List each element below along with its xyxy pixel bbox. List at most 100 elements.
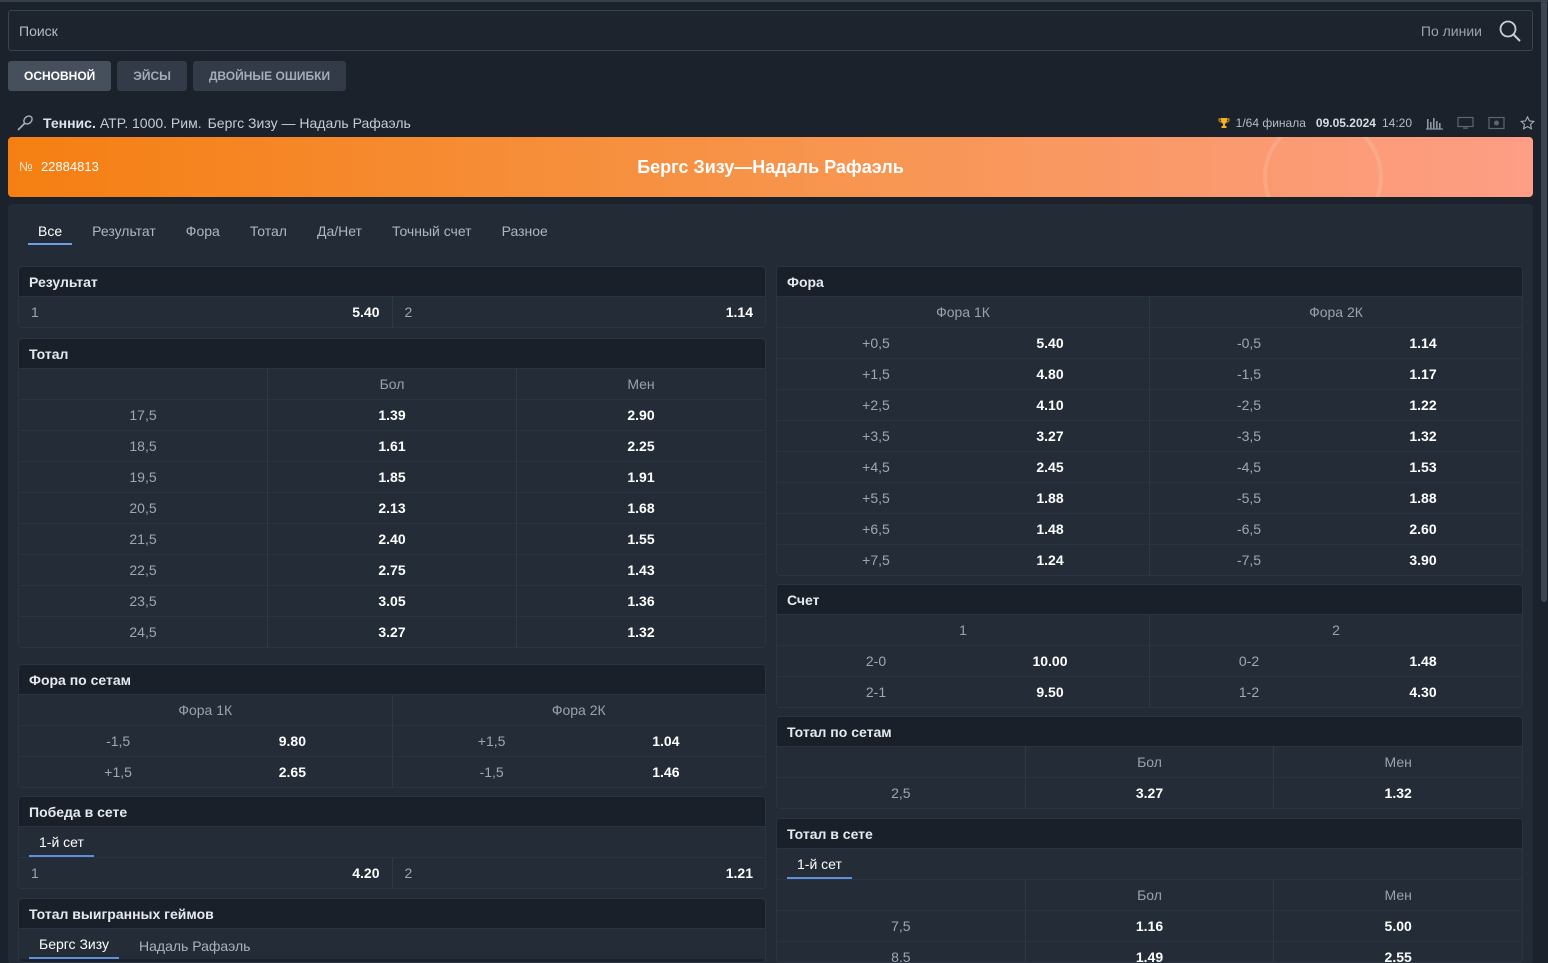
odd-cell[interactable]: 1 5.40 xyxy=(19,297,392,327)
odd-cell[interactable]: +1,5 1.04 xyxy=(391,726,766,756)
search-mode[interactable]: По линии xyxy=(1421,23,1482,39)
odd-under[interactable]: 1.43 xyxy=(516,555,765,585)
odd-cell[interactable]: +7,5 1.24 xyxy=(777,545,1149,575)
odd-under[interactable]: 1.91 xyxy=(516,462,765,492)
header-row: Бол Мен xyxy=(19,368,765,399)
odd-under[interactable]: 1.55 xyxy=(516,524,765,554)
odd-cell[interactable]: 1 4.20 xyxy=(19,858,392,888)
odd-over[interactable]: 1.16 xyxy=(1024,911,1274,941)
odd-under[interactable]: 1.32 xyxy=(1273,778,1522,808)
search-input[interactable]: Поиск xyxy=(9,23,1421,39)
outcome-label: +2,5 xyxy=(862,397,890,413)
odd-cell[interactable]: -5,5 1.88 xyxy=(1149,483,1522,513)
breadcrumb-tournament[interactable]: ATP. 1000. Рим. xyxy=(100,115,202,131)
page-scrollbar[interactable] xyxy=(1541,0,1547,602)
odd-cell[interactable]: +3,5 3.27 xyxy=(777,421,1149,451)
breadcrumb-sport[interactable]: Теннис. xyxy=(43,115,96,131)
odd-cell[interactable]: 0-2 1.48 xyxy=(1149,646,1522,676)
odd-cell[interactable]: +6,5 1.48 xyxy=(777,514,1149,544)
odd-value: 1.48 xyxy=(1409,653,1437,669)
odd-cell[interactable]: -4,5 1.53 xyxy=(1149,452,1522,482)
odd-over[interactable]: 1.61 xyxy=(267,431,516,461)
odd-cell[interactable]: -1,5 1.17 xyxy=(1149,359,1522,389)
subtab-player-1[interactable]: Бергс Зизу xyxy=(29,936,119,959)
outcome-label: 1 xyxy=(31,865,39,881)
set-subtabs: 1-й сет xyxy=(19,826,765,857)
event-date: 09.05.2024 xyxy=(1315,116,1376,130)
odd-over[interactable]: 1.85 xyxy=(267,462,516,492)
video-icon[interactable] xyxy=(1488,116,1505,130)
odds-row: +1,5 4.80 -1,5 1.17 xyxy=(777,358,1522,389)
header-player-2: 2 xyxy=(1149,615,1522,645)
tab-handicap[interactable]: Фора xyxy=(176,223,230,245)
odd-over[interactable]: 3.27 xyxy=(1024,778,1274,808)
odd-cell[interactable]: 2-0 10.00 xyxy=(777,646,1149,676)
statistics-icon[interactable] xyxy=(1426,116,1443,130)
tv-icon[interactable] xyxy=(1457,116,1474,130)
odd-cell[interactable]: +2,5 4.10 xyxy=(777,390,1149,420)
odd-cell[interactable]: 1-2 4.30 xyxy=(1149,677,1522,707)
odds-row: 1 4.20 2 1.21 xyxy=(19,857,765,888)
header-over: Бол xyxy=(267,369,516,399)
odd-over[interactable]: 2.75 xyxy=(267,555,516,585)
odd-cell[interactable]: +0,5 5.40 xyxy=(777,328,1149,358)
tab-other[interactable]: Разное xyxy=(492,223,558,245)
search-bar[interactable]: Поиск По линии xyxy=(8,10,1533,51)
tab-total[interactable]: Тотал xyxy=(240,223,297,245)
odd-cell[interactable]: -0,5 1.14 xyxy=(1149,328,1522,358)
search-icon[interactable] xyxy=(1498,19,1522,43)
mode-main-button[interactable]: основной xyxy=(8,61,112,91)
odd-under[interactable]: 2.25 xyxy=(516,431,765,461)
odd-cell[interactable]: -7,5 3.90 xyxy=(1149,545,1522,575)
odd-over[interactable]: 1.49 xyxy=(1024,942,1274,962)
odd-cell[interactable]: 2 1.14 xyxy=(391,297,766,327)
odd-under[interactable]: 1.36 xyxy=(516,586,765,616)
odd-cell[interactable]: +5,5 1.88 xyxy=(777,483,1149,513)
tab-yes-no[interactable]: Да/Нет xyxy=(307,223,372,245)
odd-cell[interactable]: -6,5 2.60 xyxy=(1149,514,1522,544)
mode-aces-button[interactable]: эйсы xyxy=(117,61,187,91)
odd-cell[interactable]: -3,5 1.32 xyxy=(1149,421,1522,451)
outcome-label: -4,5 xyxy=(1236,459,1262,475)
odds-row: +3,5 3.27 -3,5 1.32 xyxy=(777,420,1522,451)
subtab-player-2[interactable]: Надаль Рафаэль xyxy=(129,938,260,959)
odd-cell[interactable]: 2-1 9.50 xyxy=(777,677,1149,707)
odd-under[interactable]: 2.55 xyxy=(1273,942,1522,962)
odd-value: 1.46 xyxy=(652,764,680,780)
tab-exact-score[interactable]: Точный счет xyxy=(382,223,482,245)
market-title: Фора по сетам xyxy=(19,665,765,694)
odd-cell[interactable]: +4,5 2.45 xyxy=(777,452,1149,482)
odd-cell[interactable]: -1,5 1.46 xyxy=(391,757,766,787)
favorite-star-icon[interactable] xyxy=(1519,116,1536,130)
breadcrumb-match: Бергс Зизу — Надаль Рафаэль xyxy=(207,115,411,131)
odd-cell[interactable]: 2 1.21 xyxy=(391,858,766,888)
subtab-set-1[interactable]: 1-й сет xyxy=(787,856,852,879)
odd-value: 4.10 xyxy=(1036,397,1064,413)
odd-under[interactable]: 2.90 xyxy=(516,400,765,430)
subtab-set-1[interactable]: 1-й сет xyxy=(29,834,94,857)
header-row: Бол Мен xyxy=(777,746,1522,777)
odd-cell[interactable]: -2,5 1.22 xyxy=(1149,390,1522,420)
total-line: 21,5 xyxy=(129,531,157,547)
odd-over[interactable]: 3.05 xyxy=(267,586,516,616)
odd-over[interactable]: 3.27 xyxy=(267,617,516,647)
tab-result[interactable]: Результат xyxy=(82,223,166,245)
odd-value: 5.40 xyxy=(1036,335,1064,351)
odd-over[interactable]: 2.40 xyxy=(267,524,516,554)
odds-row: +5,5 1.88 -5,5 1.88 xyxy=(777,482,1522,513)
outcome-label: 1-2 xyxy=(1238,684,1260,700)
mode-double-faults-button[interactable]: двойные ошибки xyxy=(192,61,347,91)
odd-over[interactable]: 1.39 xyxy=(267,400,516,430)
odd-under[interactable]: 1.68 xyxy=(516,493,765,523)
odd-over[interactable]: 2.13 xyxy=(267,493,516,523)
odd-cell[interactable]: +1,5 2.65 xyxy=(19,757,392,787)
odd-under[interactable]: 1.32 xyxy=(516,617,765,647)
tab-all[interactable]: Все xyxy=(28,223,73,245)
outcome-label: -5,5 xyxy=(1236,490,1262,506)
odd-under[interactable]: 5.00 xyxy=(1273,911,1522,941)
odd-cell[interactable]: -1,5 9.80 xyxy=(19,726,392,756)
odd-cell[interactable]: +1,5 4.80 xyxy=(777,359,1149,389)
market-title: Результат xyxy=(19,267,765,296)
odds-row: 22,5 2.75 1.43 xyxy=(19,554,765,585)
odds-row: 1 5.40 2 1.14 xyxy=(19,296,765,327)
